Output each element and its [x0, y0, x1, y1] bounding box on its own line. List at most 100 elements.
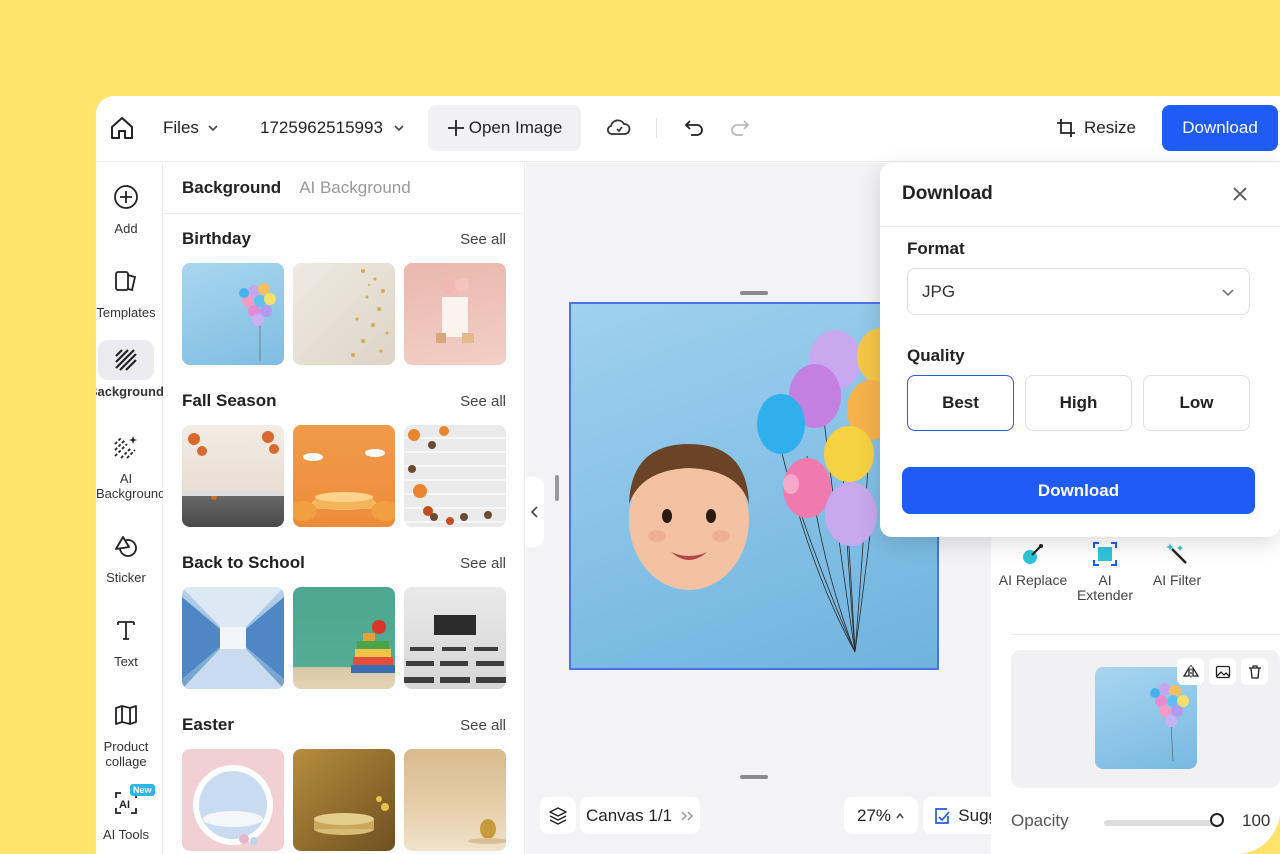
right-divider [1011, 634, 1280, 635]
home-icon[interactable] [108, 114, 136, 142]
background-panel: Background AI Background Birthday See al… [163, 163, 525, 854]
rail-item-ai-background[interactable]: AI Background [96, 427, 165, 501]
files-label: Files [163, 118, 199, 137]
ai-background-icon [114, 436, 137, 459]
zoom-control[interactable]: 27% [844, 797, 918, 834]
left-rail: Add Templates Background AI Background S… [96, 163, 165, 854]
rail-item-text[interactable]: Text [96, 610, 156, 669]
double-chevron-right-icon [681, 810, 694, 821]
replace-image-icon [1215, 665, 1230, 678]
top-resize-handle[interactable] [740, 291, 768, 295]
ai-tools-row: AI Replace AI Extender AI Filter [991, 541, 1280, 603]
tool-label: AI Filter [1152, 572, 1202, 588]
ai-replace-icon [1023, 544, 1043, 564]
resize-button[interactable]: Resize [1056, 116, 1136, 140]
background-thumbnail[interactable] [404, 425, 506, 527]
zoom-value: 27% [856, 805, 892, 825]
popup-download-button[interactable]: Download [902, 467, 1255, 514]
download-label: Download [1182, 118, 1258, 137]
layers-button[interactable] [540, 797, 576, 834]
tab-background[interactable]: Background [182, 178, 281, 198]
format-label: Format [907, 239, 965, 258]
rail-label: Templates [96, 305, 156, 320]
cloud-sync-icon[interactable] [606, 115, 632, 141]
see-all-link[interactable]: See all [460, 393, 506, 410]
redo-icon[interactable] [728, 116, 752, 140]
chevron-down-icon [1222, 288, 1234, 296]
ai-filter-tool[interactable]: AI Filter [1141, 541, 1213, 603]
section-title: Fall Season [182, 391, 277, 410]
panel-divider [163, 213, 525, 214]
crop-icon [1057, 119, 1075, 137]
tool-label: AI Extender [1076, 572, 1134, 603]
background-thumbnail[interactable] [293, 587, 395, 689]
top-bar: Files 1725962515993 Open Image Resize Do… [96, 96, 1280, 162]
quality-low-button[interactable]: Low [1143, 375, 1250, 431]
templates-icon [115, 271, 137, 292]
background-thumbnail[interactable] [182, 749, 284, 851]
see-all-link[interactable]: See all [460, 717, 506, 734]
close-icon[interactable] [1230, 184, 1250, 204]
tab-ai-background[interactable]: AI Background [299, 178, 411, 198]
background-thumbnail[interactable] [182, 263, 284, 365]
format-value: JPG [922, 281, 956, 301]
sticker-icon [115, 536, 137, 557]
background-thumbnail[interactable] [293, 263, 395, 365]
trash-icon [1248, 664, 1261, 679]
popup-title: Download [902, 183, 993, 204]
background-thumbnail[interactable] [293, 749, 395, 851]
toolbar-divider [656, 118, 657, 138]
background-thumbnail[interactable] [404, 587, 506, 689]
quality-high-button[interactable]: High [1025, 375, 1132, 431]
project-name-menu[interactable]: 1725962515993 [260, 116, 405, 140]
section-title: Birthday [182, 229, 251, 248]
replace-image-button[interactable] [1209, 658, 1236, 685]
ai-extender-tool[interactable]: AI Extender [1069, 541, 1141, 603]
quality-option-label: High [1059, 393, 1098, 412]
format-select[interactable]: JPG [907, 268, 1250, 315]
rail-item-add[interactable]: Add [96, 177, 156, 236]
rail-item-sticker[interactable]: Sticker [96, 526, 156, 585]
see-all-link[interactable]: See all [460, 555, 506, 572]
see-all-link[interactable]: See all [460, 231, 506, 248]
layer-preview [1011, 650, 1280, 788]
suggest-icon [935, 807, 950, 824]
quality-option-label: Best [942, 393, 979, 412]
flip-button[interactable] [1177, 658, 1204, 685]
opacity-slider-knob[interactable] [1210, 813, 1224, 827]
resize-grip[interactable] [555, 475, 559, 501]
files-menu[interactable]: Files [163, 116, 219, 140]
background-thumbnail[interactable] [182, 425, 284, 527]
resize-label: Resize [1084, 118, 1136, 137]
yellow-frame: Files 1725962515993 Open Image Resize Do… [0, 0, 1280, 854]
background-thumbnail[interactable] [404, 263, 506, 365]
section-title: Easter [182, 715, 234, 734]
rail-item-product-collage[interactable]: Product collage [96, 695, 156, 769]
chevron-up-icon [896, 812, 904, 818]
rail-item-ai-tools[interactable]: AI New AI Tools [96, 783, 156, 842]
popup-download-label: Download [1037, 480, 1120, 500]
undo-icon[interactable] [682, 116, 706, 140]
background-thumbnail[interactable] [293, 425, 395, 527]
opacity-slider[interactable] [1104, 820, 1220, 826]
background-icon [115, 349, 137, 371]
ai-replace-tool[interactable]: AI Replace [997, 541, 1069, 603]
bottom-resize-handle[interactable] [740, 775, 768, 779]
canvas-pager[interactable]: Canvas 1/1 [580, 797, 700, 834]
open-image-label: Open Image [468, 118, 563, 137]
collapse-panel-button[interactable] [526, 477, 544, 547]
open-image-button[interactable]: Open Image [428, 105, 581, 151]
rail-item-background[interactable]: Background [96, 340, 164, 399]
delete-button[interactable] [1241, 658, 1268, 685]
background-thumbnail[interactable] [182, 587, 284, 689]
download-popup: Download Format JPG Quality Best High Lo… [880, 163, 1280, 537]
background-thumbnail[interactable] [404, 749, 506, 851]
chevron-left-icon [530, 506, 538, 518]
download-button[interactable]: Download [1162, 105, 1278, 151]
rail-label: Product collage [103, 739, 149, 769]
collage-icon [115, 705, 137, 725]
quality-label: Quality [907, 346, 965, 365]
rail-item-templates[interactable]: Templates [96, 261, 156, 320]
opacity-label: Opacity [1011, 811, 1069, 830]
quality-best-button[interactable]: Best [907, 375, 1014, 431]
